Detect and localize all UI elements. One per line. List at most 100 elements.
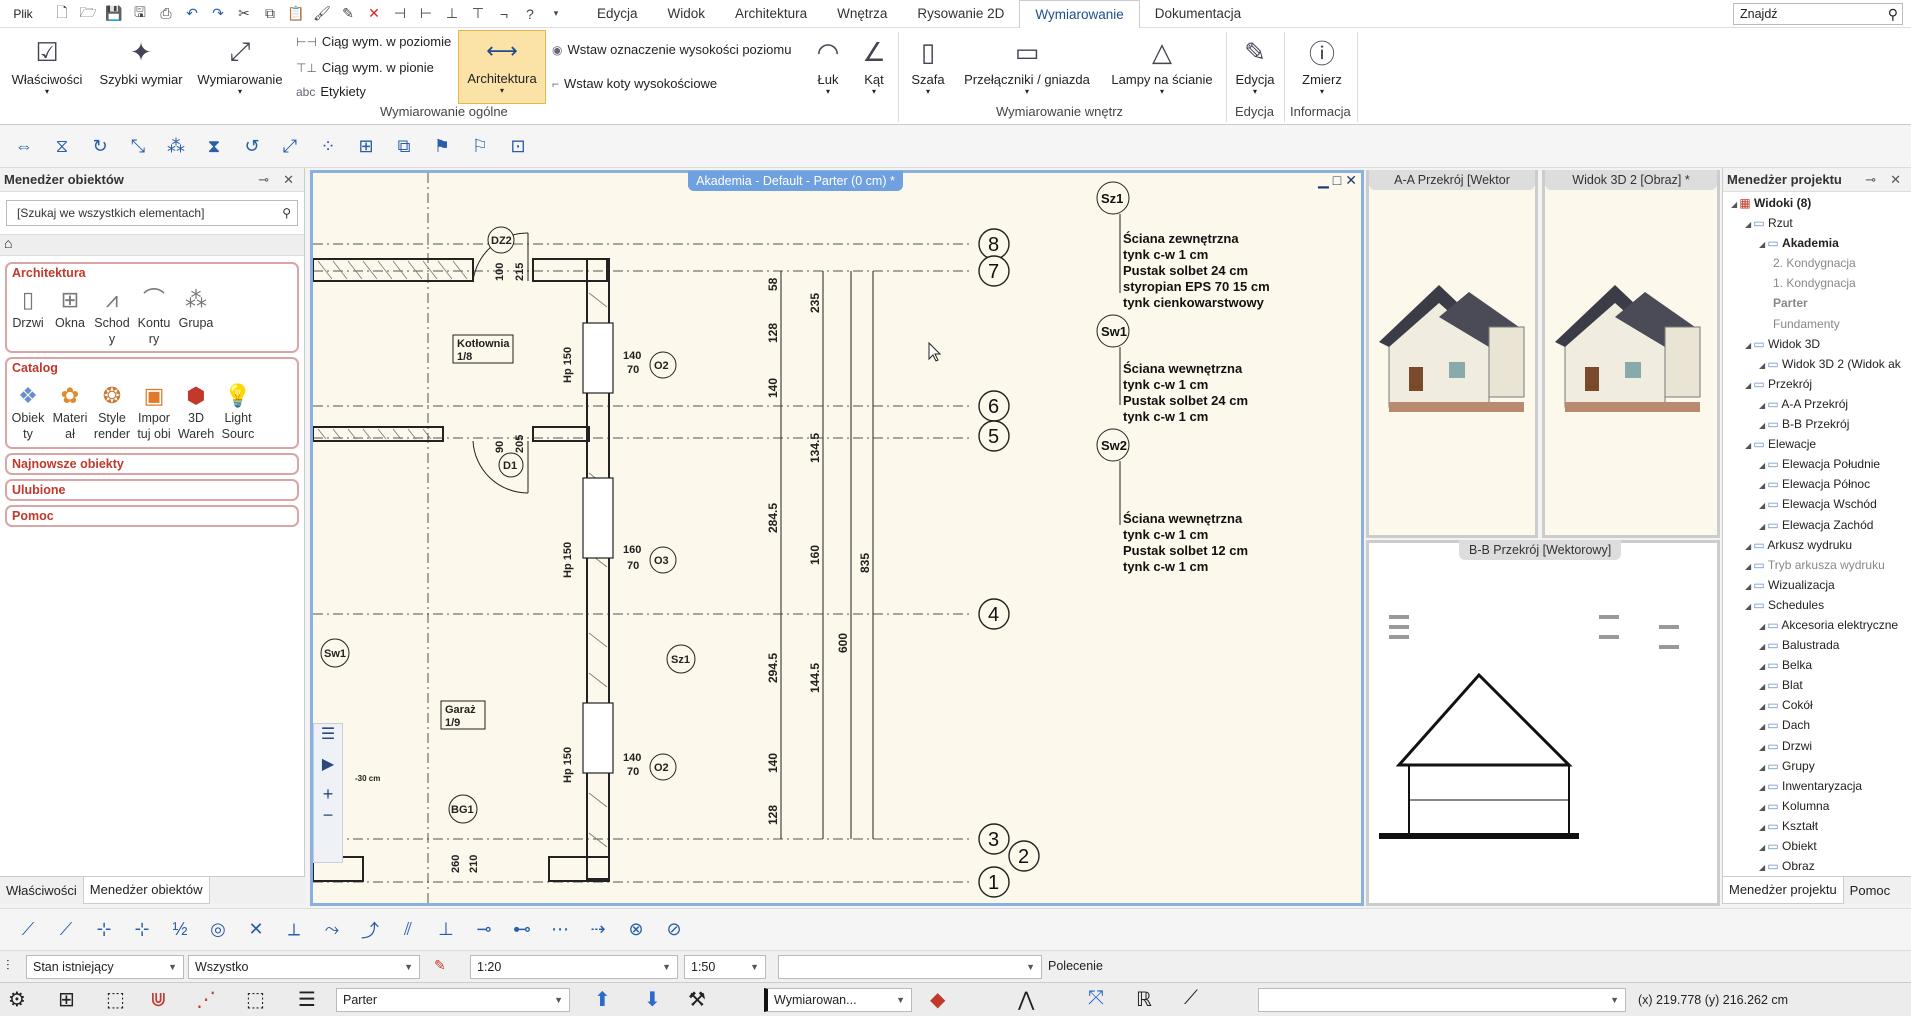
tab-edycja[interactable]: Edycja [582,0,653,28]
tree-item[interactable]: ◢ ▭ Akademia [1723,234,1911,254]
tree-item[interactable]: ◢ ▭ Akcesoria elektryczne [1723,616,1911,636]
3d-warehouse-item[interactable]: ⬢ 3D Wareh [175,379,217,442]
luk-button[interactable]: ◠ Łuk ▾ [808,32,848,97]
dimension-2-icon[interactable]: ⊢ [414,2,438,26]
new-file-icon[interactable]: 🗋 [50,2,74,26]
ciag-poziom-button[interactable]: ⊢⊣ Ciąg wym. w poziomie [296,34,451,49]
bb-section-view[interactable]: B-B Przekrój [Wektorowy] [1366,540,1720,906]
coordinate-input[interactable]: ▼ [1258,988,1626,1012]
command-input[interactable]: ▼ [778,955,1042,979]
przelaczniki-button[interactable]: ▭ Przełączniki / gniazda ▾ [960,32,1094,97]
redo-icon[interactable]: ↷ [206,2,230,26]
tree-item[interactable]: ◢ ▭ Elewacja Północ [1723,475,1911,495]
polar-icon[interactable]: ⋰ [196,987,216,1012]
frame-icon[interactable]: ⬚ [106,987,125,1012]
style-render-item[interactable]: ❂ Style render [91,379,133,442]
scale-dropdown[interactable]: 1:20 ▼ [470,955,678,979]
zoom-in-icon[interactable]: + [314,784,342,805]
help-icon[interactable]: ? [518,2,542,26]
catalog-header[interactable]: Catalog [7,359,297,377]
tree-item[interactable]: ◢ ▭ Przekrój [1723,375,1911,395]
ciag-pion-button[interactable]: ⊤⊥ Ciąg wym. w pionie [296,60,434,75]
pomoc-section[interactable]: Pomoc [5,504,299,527]
material-item[interactable]: ✿ Materi ał [49,379,91,442]
snap-extend-icon[interactable]: ⇢ [582,914,614,946]
wstaw-oznaczenie-button[interactable]: ◉ Wstaw oznaczenie wysokości poziomu [552,42,791,57]
wlasciwosci-button[interactable]: ☑ Właściwości ▾ [10,32,84,97]
architektura-button[interactable]: ⟷ Architektura ▾ [458,30,546,104]
tab-wlasciwosci[interactable]: Właściwości [0,878,83,904]
maximize-icon[interactable]: □ [1333,172,1345,188]
pin-icon[interactable]: ⊸ [258,172,269,188]
drawing-window[interactable]: Kotłownia 1/8 Garaż 1/9 DZ2 D1 BG1 O2 O3… [310,170,1364,906]
tab-menedzer-projektu[interactable]: Menedżer projektu [1722,877,1844,904]
scale-copy-icon[interactable]: ⤢ [274,131,306,163]
snap-track-icon[interactable]: ⊷ [506,914,538,946]
snap-off-icon[interactable]: ⊘ [658,914,690,946]
tab-wnetrza[interactable]: Wnętrza [822,0,902,28]
tree-item[interactable]: ◢ ▭ Arkusz wydruku [1723,536,1911,556]
stretch-icon[interactable]: ⇔ [8,131,40,163]
camera-icon[interactable]: ⧉ [388,131,420,163]
flag-2-icon[interactable]: ⚐ [464,131,496,163]
tree-item[interactable]: 2. Kondygnacja [1723,254,1911,274]
edycja-button[interactable]: ✎ Edycja ▾ [1232,32,1278,97]
ruler-icon[interactable]: ℝ [1136,987,1152,1012]
tree-item[interactable]: ◢ ▭ Grupy [1723,757,1911,777]
magnet-icon[interactable]: ⋓ [150,987,167,1012]
obiekty-item[interactable]: ❖ Obiek ty [7,379,49,442]
tree-item[interactable]: ◢ ▭ Elewacja Południe [1723,455,1911,475]
tree-item[interactable]: ◢ ▭ Obraz [1723,857,1911,877]
tree-item[interactable]: ◢ ▭ Schedules [1723,596,1911,616]
pen-icon[interactable]: ✎ [434,957,446,974]
szybki-wymiar-button[interactable]: ✦ Szybki wymiar [96,32,186,88]
okna-item[interactable]: ⊞ Okna [49,284,91,347]
snap-tangent-icon[interactable]: ⤴ [354,914,386,946]
tree-item[interactable]: ◢ ▭ Drzwi [1723,737,1911,757]
dimension-4-icon[interactable]: ⊤ [466,2,490,26]
snap-magnet-icon[interactable]: ⊗ [620,914,652,946]
snap-node-icon[interactable]: ⊸ [468,914,500,946]
tree-item[interactable]: 1. Kondygnacja [1723,274,1911,294]
qa-more-icon[interactable]: ▾ [544,2,568,26]
tree-item[interactable]: ◢ ▭ Tryb arkusza wydruku [1723,556,1911,576]
tree-item[interactable]: ◢ ▭ Elewacje [1723,435,1911,455]
snap-point-icon[interactable]: ⤧ [1088,987,1104,1010]
tree-item[interactable]: ◢ ▭ Widok 3D 2 (Widok ak [1723,355,1911,375]
3d-view-window[interactable]: Widok 3D 2 [Obraz] * [1542,170,1720,538]
measure-icon[interactable]: ⟋ [1184,987,1198,1010]
aa-section-view[interactable]: A-A Przekrój [Wektor [1366,170,1538,538]
pipette-icon[interactable]: ✎ [336,2,360,26]
architektura-header[interactable]: Architektura [7,264,297,282]
snap-perpendicular-icon[interactable]: ⟂ [278,914,310,946]
snap-half-icon[interactable]: ½ [164,914,196,946]
tree-item[interactable]: ◢ ▭ Cokół [1723,696,1911,716]
undo-icon[interactable]: ↶ [180,2,204,26]
grupa-item[interactable]: ⁂ Grupa [175,284,217,347]
snap-parallel-icon[interactable]: ⫽ [392,914,424,946]
floor-up-icon[interactable]: ⬆ [594,987,611,1012]
kontury-item[interactable]: ⌒ Kontu ry [133,284,175,347]
eraser-icon[interactable]: ◆ [930,987,945,1012]
snap-cross-icon[interactable]: ✕ [240,914,272,946]
snap-center-icon[interactable]: ◎ [202,914,234,946]
close-icon[interactable]: ✕ [1890,172,1901,188]
lampy-button[interactable]: △ Lampy na ścianie ▾ [1106,32,1218,97]
flag-icon[interactable]: ⚑ [426,131,458,163]
tab-rysowanie-2d[interactable]: Rysowanie 2D [902,0,1019,28]
delete-icon[interactable]: ✕ [362,2,386,26]
snap-divide-icon[interactable]: ⋯ [544,914,576,946]
floor-down-icon[interactable]: ⬇ [644,987,661,1012]
pin-icon[interactable]: ⊸ [1865,172,1876,188]
tree-item[interactable]: ◢ ▭ Wizualizacja [1723,576,1911,596]
etykiety-button[interactable]: abc Etykiety [296,84,366,99]
close-icon[interactable]: ✕ [1345,172,1361,188]
tree-item[interactable]: ◢ ▭ Dach [1723,716,1911,736]
file-menu[interactable]: Plik [0,7,46,21]
tree-item[interactable]: ◢ ▭ A-A Przekrój [1723,395,1911,415]
close-icon[interactable]: ✕ [283,172,294,188]
snap-intersection-icon[interactable]: ⊹ [126,914,158,946]
group-icon[interactable]: ⁂ [160,131,192,163]
zmierz-button[interactable]: ⓘ Zmierz ▾ [1296,32,1348,97]
stan-dropdown[interactable]: Stan istniejący ▼ [26,955,184,979]
